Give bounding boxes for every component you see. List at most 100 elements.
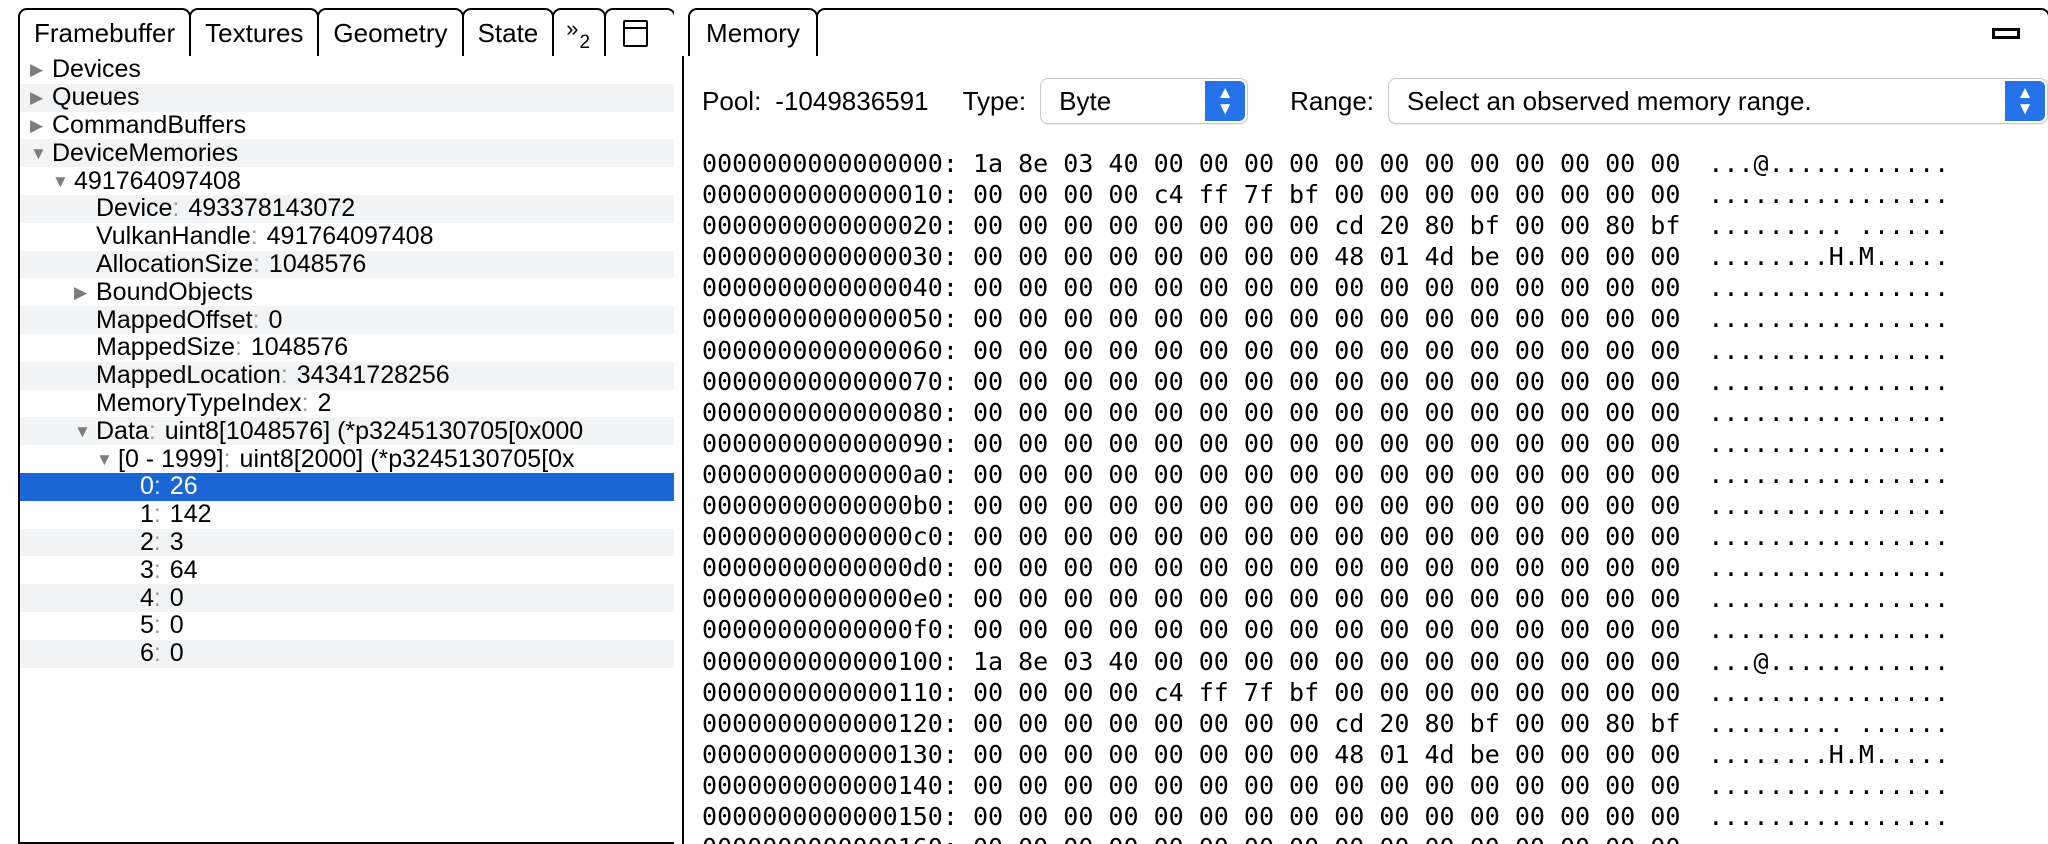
memory-tab-bar: Memory: [682, 0, 2048, 56]
hex-bytes: 00 00 00 00 00 00 00 00 cd 20 80 bf 00 0…: [972, 708, 1681, 738]
hex-dump-row[interactable]: 00000000000000a0: 00 00 00 00 00 00 00 0…: [702, 459, 2048, 490]
tree-row[interactable]: BoundObjects: [20, 278, 675, 307]
hex-bytes: 00 00 00 00 00 00 00 00 cd 20 80 bf 00 0…: [972, 211, 1681, 241]
tree-row[interactable]: MappedOffset: 0: [20, 306, 675, 334]
tree-row[interactable]: 1: 142: [20, 500, 675, 529]
hex-dump-row[interactable]: 0000000000000060: 00 00 00 00 00 00 00 0…: [702, 335, 2048, 366]
hex-dump-row[interactable]: 0000000000000010: 00 00 00 00 c4 ff 7f b…: [702, 179, 2048, 210]
hex-dump[interactable]: 0000000000000000: 1a 8e 03 40 00 00 00 0…: [684, 138, 2048, 844]
type-select[interactable]: Byte ▲ ▼: [1040, 78, 1249, 124]
hex-bytes: 00 00 00 00 00 00 00 00 00 00 00 00 00 0…: [973, 833, 1680, 844]
hex-address: 0000000000000060:: [702, 335, 973, 365]
tab-framebuffer[interactable]: Framebuffer: [18, 8, 192, 56]
tree-row[interactable]: 2: 3: [20, 528, 675, 557]
tree-row[interactable]: CommandBuffers: [20, 111, 675, 140]
chevron-right-icon[interactable]: [30, 117, 50, 134]
hex-dump-row[interactable]: 0000000000000120: 00 00 00 00 00 00 00 0…: [702, 708, 2048, 739]
stepper-up-down-icon[interactable]: ▲ ▼: [2005, 81, 2045, 121]
hex-bytes: 00 00 00 00 00 00 00 00 48 01 4d be 00 0…: [972, 739, 1681, 769]
hex-address: 00000000000000f0:: [702, 615, 973, 645]
tab-overflow-button[interactable]: » 2: [552, 8, 607, 56]
state-panel: Framebuffer Textures Geometry State » 2 …: [0, 0, 677, 844]
tab-geometry[interactable]: Geometry: [317, 8, 464, 56]
tree-row-label: Queues: [52, 85, 140, 111]
chevron-down-icon[interactable]: [74, 423, 94, 440]
type-label: Type:: [962, 85, 1027, 116]
tab-state[interactable]: State: [461, 8, 555, 56]
hex-ascii: ................: [1708, 273, 1950, 303]
memory-titlebar-area: [815, 8, 2048, 56]
chevron-right-icon[interactable]: [74, 284, 94, 301]
hex-dump-row[interactable]: 00000000000000b0: 00 00 00 00 00 00 00 0…: [702, 490, 2048, 521]
tree-row[interactable]: Devices: [20, 56, 675, 84]
hex-dump-row[interactable]: 0000000000000110: 00 00 00 00 c4 ff 7f b…: [702, 677, 2048, 708]
hex-bytes: 00 00 00 00 00 00 00 00 48 01 4d be 00 0…: [972, 242, 1681, 272]
tree-row[interactable]: MappedLocation: 34341728256: [20, 361, 675, 390]
hex-ascii: ........H.M.....: [1708, 739, 1950, 769]
tree-row[interactable]: AllocationSize: 1048576: [20, 250, 675, 279]
hex-ascii: ................: [1708, 335, 1950, 365]
hex-dump-row[interactable]: 0000000000000070: 00 00 00 00 00 00 00 0…: [702, 366, 2048, 397]
application-window: Framebuffer Textures Geometry State » 2 …: [0, 0, 2048, 844]
tree-row[interactable]: MappedSize: 1048576: [20, 333, 675, 362]
hex-dump-row[interactable]: 0000000000000020: 00 00 00 00 00 00 00 0…: [702, 210, 2048, 241]
tab-framebuffer-label: Framebuffer: [34, 18, 176, 48]
hex-dump-row[interactable]: 00000000000000d0: 00 00 00 00 00 00 00 0…: [702, 552, 2048, 583]
hex-ascii: ................: [1708, 615, 1950, 645]
tree-row[interactable]: MemoryTypeIndex: 2: [20, 389, 675, 418]
tree-row[interactable]: DeviceMemories: [20, 139, 675, 168]
hex-address: 00000000000000b0:: [702, 491, 973, 521]
tree-row[interactable]: 4: 0: [20, 584, 675, 612]
hex-bytes: 00 00 00 00 00 00 00 00 00 00 00 00 00 0…: [972, 615, 1681, 645]
chevron-right-icon[interactable]: [30, 61, 50, 78]
hex-dump-row[interactable]: 0000000000000150: 00 00 00 00 00 00 00 0…: [702, 801, 2048, 832]
hex-dump-row[interactable]: 0000000000000160: 00 00 00 00 00 00 00 0…: [702, 832, 2048, 844]
hex-dump-row[interactable]: 0000000000000030: 00 00 00 00 00 00 00 0…: [702, 241, 2048, 272]
hex-dump-row[interactable]: 00000000000000c0: 00 00 00 00 00 00 00 0…: [702, 521, 2048, 552]
tree-row[interactable]: 6: 0: [20, 639, 675, 668]
hex-dump-row[interactable]: 0000000000000140: 00 00 00 00 00 00 00 0…: [702, 770, 2048, 801]
tree-row-label: Data: uint8[1048576] (*p3245130705[0x000: [96, 418, 584, 444]
tree-row[interactable]: [0 - 1999]: uint8[2000] (*p3245130705[0x: [20, 445, 675, 473]
panel-layout-button[interactable]: [604, 8, 677, 56]
hex-address: 0000000000000020:: [702, 211, 973, 241]
tree-row[interactable]: 3: 64: [20, 556, 675, 585]
tree-row-label: 2: 3: [140, 529, 184, 555]
tree-row[interactable]: Data: uint8[1048576] (*p3245130705[0x000: [20, 417, 675, 446]
hex-bytes: 00 00 00 00 c4 ff 7f bf 00 00 00 00 00 0…: [972, 180, 1681, 210]
hex-ascii: ................: [1708, 584, 1950, 614]
hex-ascii: ................: [1708, 304, 1950, 334]
tree-row[interactable]: Queues: [20, 83, 675, 112]
state-tree[interactable]: DevicesQueuesCommandBuffersDeviceMemorie…: [20, 56, 675, 842]
tree-row-label: BoundObjects: [96, 279, 254, 305]
hex-dump-row[interactable]: 0000000000000090: 00 00 00 00 00 00 00 0…: [702, 428, 2048, 459]
tree-row-label: MemoryTypeIndex: 2: [96, 390, 332, 416]
tree-row[interactable]: VulkanHandle: 491764097408: [20, 222, 675, 251]
hex-dump-row[interactable]: 00000000000000f0: 00 00 00 00 00 00 00 0…: [702, 614, 2048, 645]
range-select[interactable]: Select an observed memory range. ▲ ▼: [1388, 78, 2048, 124]
tree-row[interactable]: 0: 26: [20, 472, 675, 501]
hex-dump-row[interactable]: 0000000000000050: 00 00 00 00 00 00 00 0…: [702, 303, 2048, 334]
hex-dump-row[interactable]: 0000000000000040: 00 00 00 00 00 00 00 0…: [702, 272, 2048, 303]
hex-dump-row[interactable]: 0000000000000100: 1a 8e 03 40 00 00 00 0…: [702, 646, 2048, 677]
tree-row[interactable]: Device: 493378143072: [20, 194, 675, 223]
chevron-down-icon[interactable]: [30, 145, 50, 162]
tree-row[interactable]: 5: 0: [20, 611, 675, 640]
tab-memory[interactable]: Memory: [688, 8, 818, 56]
minimize-icon[interactable]: [1992, 27, 2020, 39]
stepper-up-down-icon[interactable]: ▲ ▼: [1205, 81, 1246, 121]
hex-ascii: ...@............: [1708, 149, 1950, 178]
hex-dump-row[interactable]: 0000000000000080: 00 00 00 00 00 00 00 0…: [702, 397, 2048, 428]
hex-dump-row[interactable]: 0000000000000000: 1a 8e 03 40 00 00 00 0…: [702, 148, 2048, 179]
tab-textures[interactable]: Textures: [189, 8, 320, 56]
tree-row[interactable]: 491764097408: [20, 167, 675, 195]
tree-row-label: 5: 0: [140, 613, 184, 639]
hex-dump-row[interactable]: 00000000000000e0: 00 00 00 00 00 00 00 0…: [702, 583, 2048, 614]
tree-row-label: 3: 64: [140, 557, 198, 583]
chevron-down-icon[interactable]: [96, 451, 116, 468]
chevron-down-icon[interactable]: [52, 173, 72, 190]
chevron-right-icon[interactable]: [30, 89, 50, 106]
hex-dump-row[interactable]: 0000000000000130: 00 00 00 00 00 00 00 0…: [702, 739, 2048, 770]
tree-row-label: Device: 493378143072: [96, 196, 356, 222]
hex-bytes: 00 00 00 00 c4 ff 7f bf 00 00 00 00 00 0…: [972, 677, 1681, 707]
